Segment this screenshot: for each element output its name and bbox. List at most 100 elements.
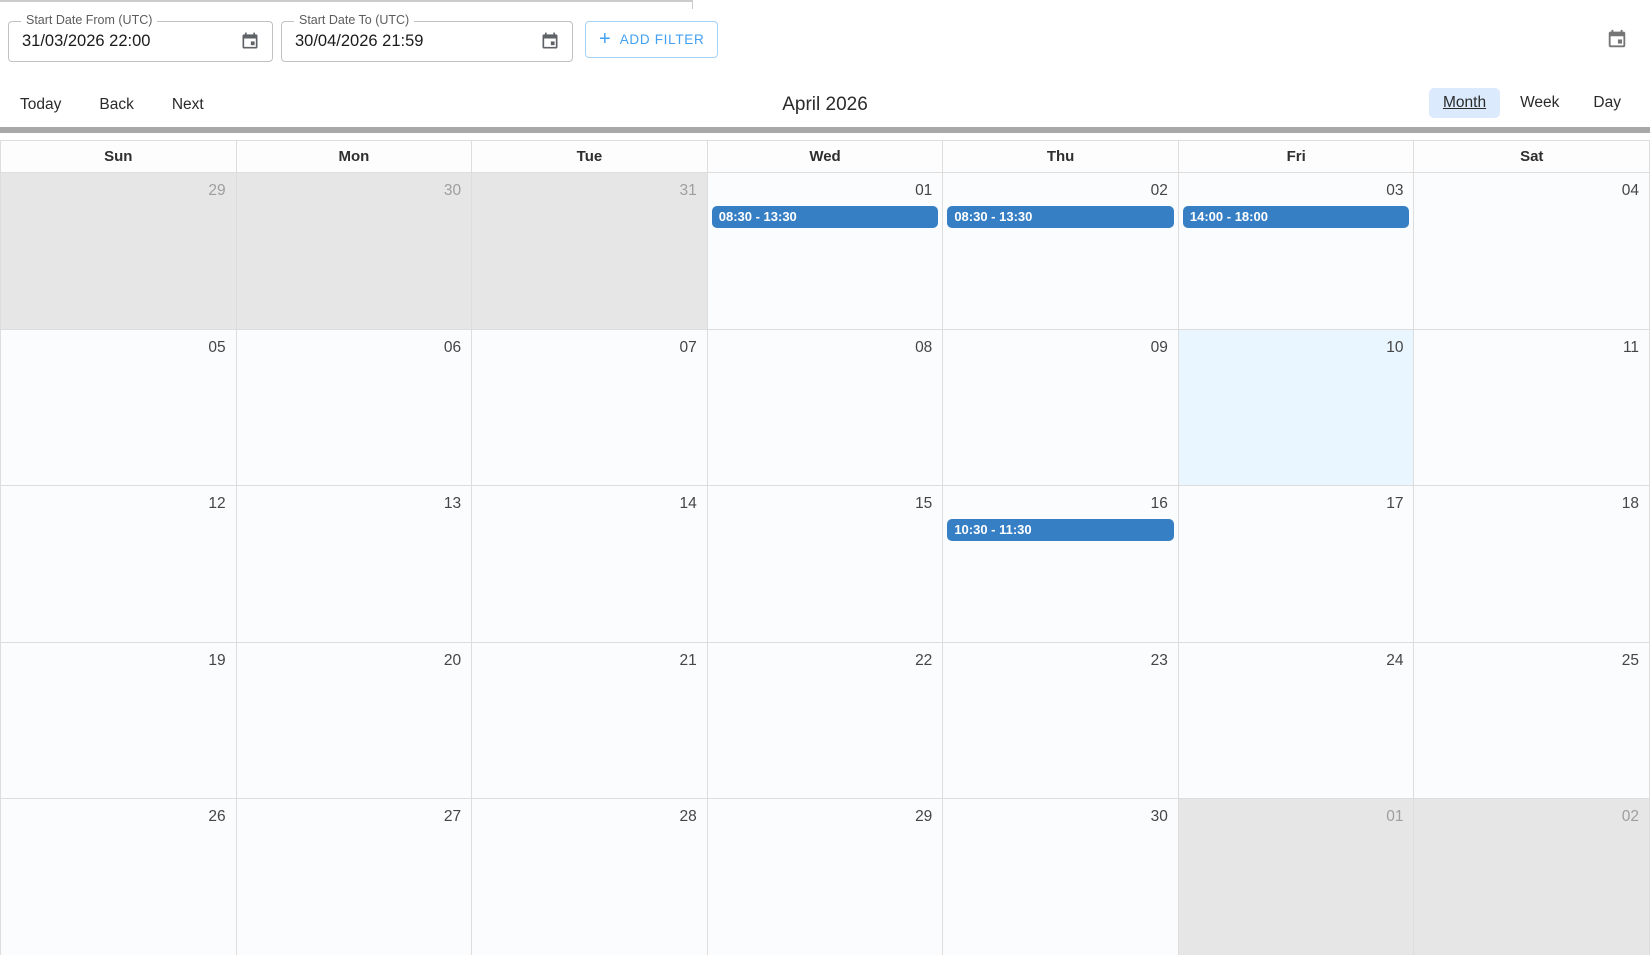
date-number: 21 <box>472 643 707 673</box>
day-cell[interactable]: 04 <box>1413 173 1649 329</box>
day-cell[interactable]: 30 <box>236 173 472 329</box>
nav-group: Today Back Next <box>0 96 204 114</box>
date-number: 02 <box>1414 799 1649 829</box>
calendar-icon[interactable] <box>240 31 260 56</box>
day-cell[interactable]: 19 <box>1 643 236 799</box>
date-number: 29 <box>708 799 943 829</box>
day-cell[interactable]: 16 10:30 - 11:30 <box>942 486 1178 642</box>
week-row: 05060708091011 <box>1 330 1649 487</box>
view-month-button[interactable]: Month <box>1429 88 1500 118</box>
date-number: 01 <box>1179 799 1414 829</box>
weeks: 2930310108:30 - 13:300208:30 - 13:300314… <box>1 173 1649 955</box>
start-date-to-field[interactable]: Start Date To (UTC) 30/04/2026 21:59 <box>281 21 573 62</box>
add-filter-button[interactable]: + ADD FILTER <box>585 21 718 58</box>
day-cell[interactable]: 25 <box>1413 643 1649 799</box>
back-button[interactable]: Back <box>99 96 133 114</box>
date-number: 03 <box>1179 173 1414 203</box>
day-cell[interactable]: 23 <box>942 643 1178 799</box>
week-row: 1213141516 10:30 - 11:301718 <box>1 486 1649 643</box>
date-number: 01 <box>708 173 943 203</box>
plus-icon: + <box>599 29 611 49</box>
calendar-toolbar: Today Back Next April 2026 <box>0 82 1650 127</box>
date-number: 30 <box>943 799 1178 829</box>
day-cell[interactable]: 09 <box>942 330 1178 486</box>
today-button[interactable]: Today <box>20 96 61 114</box>
dow-header: Tue <box>471 141 707 172</box>
date-number: 04 <box>1414 173 1649 203</box>
day-cell[interactable]: 14 <box>471 486 707 642</box>
day-cell[interactable]: 26 <box>1 799 236 955</box>
start-date-to-label: Start Date To (UTC) <box>294 13 414 27</box>
day-cell[interactable]: 29 <box>707 799 943 955</box>
day-cell[interactable]: 0208:30 - 13:30 <box>942 173 1178 329</box>
date-number: 17 <box>1179 486 1414 516</box>
page-title: April 2026 <box>0 94 1650 116</box>
day-cell[interactable]: 15 <box>707 486 943 642</box>
date-number: 28 <box>472 799 707 829</box>
event-chip[interactable]: 08:30 - 13:30 <box>947 206 1174 228</box>
date-number: 23 <box>943 643 1178 673</box>
date-number: 15 <box>708 486 943 516</box>
day-cell[interactable]: 27 <box>236 799 472 955</box>
day-cell[interactable]: 21 <box>471 643 707 799</box>
date-number: 09 <box>943 330 1178 360</box>
day-cell[interactable]: 07 <box>471 330 707 486</box>
day-cell[interactable]: 20 <box>236 643 472 799</box>
day-cell[interactable]: 01 08:30 - 13:30 <box>707 173 943 329</box>
start-date-from-value[interactable]: 31/03/2026 22:00 <box>9 22 272 61</box>
dow-header: Wed <box>707 141 943 172</box>
day-cell[interactable]: 13 <box>236 486 472 642</box>
dow-header: Sat <box>1413 141 1649 172</box>
date-number: 19 <box>1 643 236 673</box>
calendar-page: Start Date From (UTC) 31/03/2026 22:00 S… <box>0 0 1650 955</box>
day-cell[interactable]: 17 <box>1178 486 1414 642</box>
date-number: 13 <box>237 486 472 516</box>
day-cell[interactable]: 29 <box>1 173 236 329</box>
day-cell[interactable]: 22 <box>707 643 943 799</box>
calendar-icon[interactable] <box>1606 28 1628 55</box>
view-week-button[interactable]: Week <box>1506 88 1573 118</box>
day-cell[interactable]: 02 <box>1413 799 1649 955</box>
date-number: 06 <box>237 330 472 360</box>
month-grid: SunMonTueWedThuFriSat 2930310108:30 - 13… <box>0 140 1650 955</box>
week-row: 26272829300102 <box>1 799 1649 955</box>
start-date-from-field[interactable]: Start Date From (UTC) 31/03/2026 22:00 <box>8 21 273 62</box>
day-cell[interactable]: 24 <box>1178 643 1414 799</box>
toolbar-divider <box>0 127 1650 133</box>
top-divider <box>0 0 693 2</box>
date-number: 27 <box>237 799 472 829</box>
day-cell[interactable]: 10 <box>1178 330 1414 486</box>
calendar-icon[interactable] <box>540 31 560 56</box>
date-number: 16 <box>943 486 1178 516</box>
day-cell[interactable]: 01 <box>1178 799 1414 955</box>
date-number: 10 <box>1179 330 1414 360</box>
day-cell[interactable]: 08 <box>707 330 943 486</box>
day-cell[interactable]: 03 14:00 - 18:00 <box>1178 173 1414 329</box>
date-number: 22 <box>708 643 943 673</box>
date-number: 12 <box>1 486 236 516</box>
day-cell[interactable]: 05 <box>1 330 236 486</box>
top-divider-tick <box>692 0 693 9</box>
dow-row: SunMonTueWedThuFriSat <box>1 141 1649 173</box>
day-cell[interactable]: 06 <box>236 330 472 486</box>
day-cell[interactable]: 31 <box>471 173 707 329</box>
next-button[interactable]: Next <box>172 96 204 114</box>
day-cell[interactable]: 12 <box>1 486 236 642</box>
event-chip[interactable]: 08:30 - 13:30 <box>712 206 939 228</box>
start-date-to-value[interactable]: 30/04/2026 21:59 <box>282 22 572 61</box>
date-number: 18 <box>1414 486 1649 516</box>
view-day-button[interactable]: Day <box>1579 88 1635 118</box>
day-cell[interactable]: 30 <box>942 799 1178 955</box>
date-number: 31 <box>472 173 707 203</box>
date-number: 26 <box>1 799 236 829</box>
day-cell[interactable]: 11 <box>1413 330 1649 486</box>
day-cell[interactable]: 18 <box>1413 486 1649 642</box>
date-number: 08 <box>708 330 943 360</box>
event-chip[interactable]: 10:30 - 11:30 <box>947 519 1174 541</box>
day-cell[interactable]: 28 <box>471 799 707 955</box>
date-number: 25 <box>1414 643 1649 673</box>
event-chip[interactable]: 14:00 - 18:00 <box>1183 206 1410 228</box>
date-number: 20 <box>237 643 472 673</box>
add-filter-label: ADD FILTER <box>620 32 705 47</box>
week-row: 2930310108:30 - 13:300208:30 - 13:300314… <box>1 173 1649 330</box>
